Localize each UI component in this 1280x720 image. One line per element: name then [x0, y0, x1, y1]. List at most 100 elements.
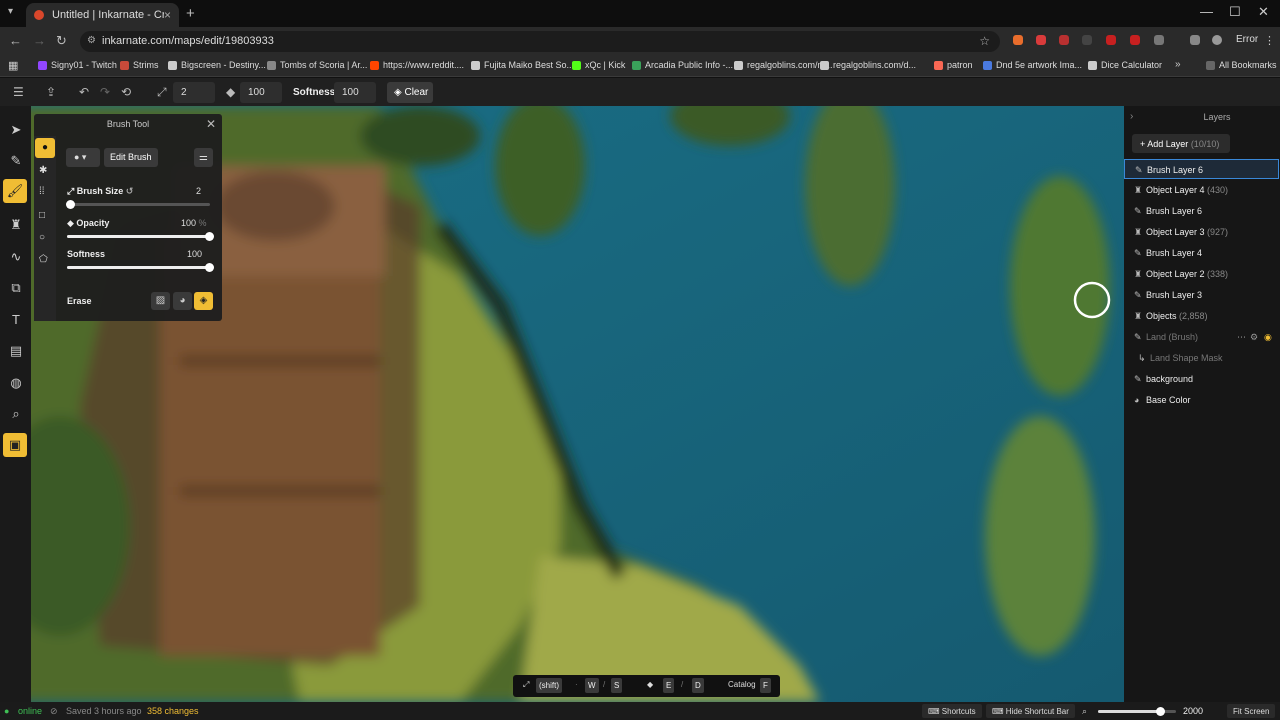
erase-hatch-icon[interactable]: ▨	[151, 292, 170, 310]
bookmark-item[interactable]: Fujita Maiko Best So...	[471, 60, 574, 70]
square-shape-icon[interactable]: □	[39, 210, 45, 221]
layer-row[interactable]: ♜ Objects (2,858)	[1124, 306, 1280, 326]
opacity-handle[interactable]	[205, 232, 214, 241]
address-bar[interactable]: ⚙ inkarnate.com/maps/edit/19803933 ☆	[80, 31, 1000, 52]
globe-tool-icon[interactable]: ◍	[7, 374, 25, 392]
bookmark-star-icon[interactable]: ☆	[979, 34, 990, 48]
tab-close-icon[interactable]: ×	[164, 8, 171, 22]
history-icon[interactable]: ⟲	[121, 85, 131, 99]
polygon-shape-icon[interactable]: ⬠	[39, 254, 48, 265]
softness-slider[interactable]	[67, 263, 214, 272]
extensions-puzzle-icon[interactable]	[1154, 35, 1164, 45]
softness-input[interactable]: 100	[334, 82, 376, 103]
main-menu-icon[interactable]: ☰	[13, 85, 24, 99]
visibility-toggle-icon[interactable]: ◉	[1264, 332, 1272, 343]
extension-icon[interactable]	[1130, 35, 1140, 45]
layer-row[interactable]: ✎ Brush Layer 3	[1124, 285, 1280, 305]
shape-tool-icon[interactable]: ⧉	[7, 279, 25, 297]
more-options-icon[interactable]: ⋯	[1237, 332, 1246, 343]
extension-icon[interactable]	[1059, 35, 1069, 45]
layer-row[interactable]: ✎ Brush Layer 6	[1124, 159, 1279, 179]
brush-settings-icon[interactable]: ⚌	[194, 148, 213, 167]
brush-tool-icon[interactable]: 🖌	[3, 179, 27, 203]
extension-icon[interactable]	[1013, 35, 1023, 45]
edit-brush-button[interactable]: Edit Brush	[104, 148, 158, 167]
select-tool-icon[interactable]: ➤	[7, 121, 25, 139]
forward-icon[interactable]: →	[33, 33, 46, 48]
layer-row[interactable]: ◕ Base Color	[1124, 390, 1280, 410]
minimize-icon[interactable]: —	[1200, 4, 1213, 19]
shortcuts-button[interactable]: ⌨ Shortcuts	[922, 704, 982, 718]
brush-panel-close-icon[interactable]: ✕	[206, 117, 216, 131]
bookmark-item[interactable]: regalgoblins.com/m...	[734, 60, 833, 70]
layer-row[interactable]: ✎ Land (Brush) ⋯ ⚙ ◉	[1124, 327, 1280, 347]
notes-tool-icon[interactable]: ▤	[7, 342, 25, 360]
grid-brush-icon[interactable]: ⁞⁞	[39, 186, 45, 197]
layer-row[interactable]: ♜ Object Layer 2 (338)	[1124, 264, 1280, 284]
window-close-icon[interactable]: ✕	[1258, 4, 1269, 20]
bookmark-item[interactable]: https://www.reddit....	[370, 60, 464, 70]
layer-row[interactable]: ✎ Brush Layer 4	[1124, 243, 1280, 263]
bookmark-item[interactable]: Bigscreen - Destiny...	[168, 60, 266, 70]
bookmark-item[interactable]: Tombs of Scoria | Ar...	[267, 60, 367, 70]
tab-search-icon[interactable]: ▾	[8, 6, 13, 17]
opacity-slider[interactable]	[67, 232, 214, 241]
pen-tool-icon[interactable]: ✎	[7, 152, 25, 170]
circle-shape-icon[interactable]: ○	[39, 232, 45, 243]
brush-picker-dropdown[interactable]: ● ▾	[66, 148, 100, 167]
bookmark-item[interactable]: Strims	[120, 60, 159, 70]
bookmark-item[interactable]: regalgoblins.com/d...	[820, 60, 916, 70]
save-tool-icon[interactable]: ▣	[3, 433, 27, 457]
reading-list-icon[interactable]	[1190, 35, 1200, 45]
more-bookmarks-icon[interactable]: »	[1175, 59, 1181, 70]
layer-row[interactable]: ♜ Object Layer 4 (430)	[1124, 180, 1280, 200]
opacity-input[interactable]: 100	[240, 82, 282, 103]
round-brush-icon[interactable]: ●	[35, 138, 55, 158]
bookmark-item[interactable]: patron	[934, 60, 973, 70]
bookmark-item[interactable]: Dice Calculator	[1088, 60, 1162, 70]
brush-size-slider[interactable]	[66, 200, 210, 209]
star-brush-icon[interactable]: ✱	[39, 165, 47, 176]
layer-settings-icon[interactable]: ⚙	[1250, 332, 1258, 343]
add-layer-button[interactable]: + Add Layer (10/10)	[1132, 134, 1230, 153]
size-input[interactable]: 2	[173, 82, 215, 103]
new-tab-button[interactable]: +	[186, 5, 195, 22]
fit-screen-button[interactable]: Fit Screen	[1227, 704, 1276, 718]
apps-grid-icon[interactable]: ▦	[8, 59, 18, 72]
maximize-icon[interactable]: ☐	[1229, 4, 1241, 20]
bookmark-item[interactable]: Dnd 5e artwork Ima...	[983, 60, 1082, 70]
layer-row[interactable]: ♜ Object Layer 3 (927)	[1124, 222, 1280, 242]
undo-icon[interactable]: ↶	[79, 85, 89, 99]
changes-count[interactable]: 358 changes	[147, 706, 199, 716]
site-info-icon[interactable]: ⚙	[87, 35, 96, 46]
profile-avatar-icon[interactable]	[1212, 35, 1222, 45]
hide-shortcut-bar-button[interactable]: ⌨ Hide Shortcut Bar	[986, 704, 1075, 718]
erase-palette-icon[interactable]: ◕	[173, 292, 192, 310]
extension-icon[interactable]	[1082, 35, 1092, 45]
back-icon[interactable]: ←	[9, 33, 22, 48]
text-tool-icon[interactable]: T	[7, 311, 25, 329]
clear-button[interactable]: ◈ Clear	[387, 82, 433, 103]
bookmark-item[interactable]: Signy01 - Twitch	[38, 60, 117, 70]
export-icon[interactable]: ⇪	[46, 85, 56, 99]
erase-eraser-icon[interactable]: ◈	[194, 292, 213, 310]
extension-icon[interactable]	[1036, 35, 1046, 45]
zoom-tool-icon[interactable]: ⌕	[7, 405, 25, 423]
layer-row[interactable]: ↳ Land Shape Mask	[1124, 348, 1280, 368]
extension-icon[interactable]	[1106, 35, 1116, 45]
path-tool-icon[interactable]: ∿	[7, 248, 25, 266]
brush-size-handle[interactable]	[66, 200, 76, 209]
bookmark-item[interactable]: Arcadia Public Info -...	[632, 60, 733, 70]
layer-row[interactable]: ✎ Brush Layer 6	[1124, 201, 1280, 221]
softness-handle[interactable]	[205, 263, 214, 272]
reload-icon[interactable]: ↻	[56, 33, 67, 49]
zoom-slider[interactable]	[1098, 707, 1176, 716]
browser-menu-icon[interactable]: ⋮	[1264, 34, 1275, 47]
bookmark-item[interactable]: xQc | Kick	[572, 60, 625, 70]
redo-icon[interactable]: ↷	[100, 85, 110, 99]
stamp-tool-icon[interactable]: ♜	[7, 216, 25, 234]
browser-tab[interactable]: Untitled | Inkarnate - Create Fa ×	[26, 3, 179, 27]
error-pill[interactable]: Error	[1236, 34, 1258, 45]
layer-row[interactable]: ✎ background	[1124, 369, 1280, 389]
all-bookmarks[interactable]: All Bookmarks	[1206, 60, 1277, 70]
